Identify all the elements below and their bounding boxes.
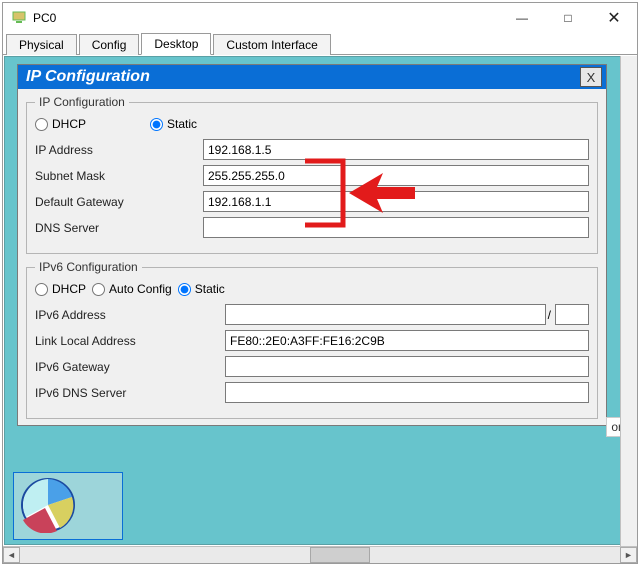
ipv6-mode-radios: DHCP Auto Config Static bbox=[35, 282, 589, 296]
ipv4-static-option[interactable]: Static bbox=[150, 117, 197, 131]
ipv6-dhcp-radio[interactable] bbox=[35, 283, 48, 296]
ipv6-address-label: IPv6 Address bbox=[35, 308, 225, 322]
vertical-scrollbar[interactable] bbox=[620, 56, 637, 546]
os-close-button[interactable]: ✕ bbox=[591, 3, 637, 33]
subnet-mask-input[interactable] bbox=[203, 165, 589, 186]
ipv4-dhcp-option[interactable]: DHCP bbox=[35, 117, 86, 131]
maximize-button[interactable]: □ bbox=[545, 3, 591, 33]
desktop-app-tile[interactable] bbox=[13, 472, 123, 540]
ipv6-auto-label: Auto Config bbox=[109, 282, 172, 296]
dns-server-label: DNS Server bbox=[35, 221, 203, 235]
ipv4-fieldset: IP Configuration DHCP Static IP Address bbox=[26, 95, 598, 254]
ip-config-window: IP Configuration X IP Configuration DHCP… bbox=[17, 64, 607, 426]
subnet-mask-label: Subnet Mask bbox=[35, 169, 203, 183]
os-titlebar: PC0 — □ ✕ bbox=[3, 3, 637, 33]
ipv4-static-label: Static bbox=[167, 117, 197, 131]
ipv6-dns-server-input[interactable] bbox=[225, 382, 589, 403]
ipv6-dhcp-option[interactable]: DHCP bbox=[35, 282, 86, 296]
link-local-address-label: Link Local Address bbox=[35, 334, 225, 348]
ipv6-gateway-input[interactable] bbox=[225, 356, 589, 377]
ipv6-dhcp-label: DHCP bbox=[52, 282, 86, 296]
ipv6-address-input[interactable] bbox=[225, 304, 546, 325]
ipv4-mode-radios: DHCP Static bbox=[35, 117, 589, 131]
ipv6-static-option[interactable]: Static bbox=[178, 282, 225, 296]
scroll-thumb[interactable] bbox=[310, 547, 370, 563]
dns-server-input[interactable] bbox=[203, 217, 589, 238]
pc-icon bbox=[11, 9, 27, 28]
ip-config-titlebar: IP Configuration X bbox=[18, 65, 606, 89]
ipv4-dhcp-radio[interactable] bbox=[35, 118, 48, 131]
ipv6-dns-server-label: IPv6 DNS Server bbox=[35, 386, 225, 400]
application-window: PC0 — □ ✕ Physical Config Desktop Custom… bbox=[2, 2, 638, 564]
ip-address-label: IP Address bbox=[35, 143, 203, 157]
pie-chart-icon bbox=[20, 477, 76, 536]
desktop-client-area: IP Configuration X IP Configuration DHCP… bbox=[4, 56, 636, 545]
ipv6-prefix-input[interactable] bbox=[555, 304, 589, 325]
tab-bar: Physical Config Desktop Custom Interface bbox=[3, 33, 637, 55]
minimize-button[interactable]: — bbox=[499, 3, 545, 33]
ip-address-input[interactable] bbox=[203, 139, 589, 160]
ipv6-fieldset: IPv6 Configuration DHCP Auto Config Stat… bbox=[26, 260, 598, 419]
ip-config-title: IP Configuration bbox=[26, 68, 150, 86]
ipv4-dhcp-label: DHCP bbox=[52, 117, 86, 131]
ipv6-static-radio[interactable] bbox=[178, 283, 191, 296]
ipv6-gateway-label: IPv6 Gateway bbox=[35, 360, 225, 374]
scroll-right-button[interactable]: ► bbox=[620, 547, 637, 563]
tab-custom-interface[interactable]: Custom Interface bbox=[213, 34, 330, 55]
tab-desktop[interactable]: Desktop bbox=[141, 33, 211, 55]
ipv6-auto-radio[interactable] bbox=[92, 283, 105, 296]
ipv6-prefix-slash: / bbox=[548, 308, 551, 322]
ip-config-close-button[interactable]: X bbox=[580, 67, 602, 87]
default-gateway-label: Default Gateway bbox=[35, 195, 203, 209]
window-title: PC0 bbox=[33, 11, 56, 25]
ipv6-static-label: Static bbox=[195, 282, 225, 296]
link-local-address-input[interactable] bbox=[225, 330, 589, 351]
scroll-track[interactable] bbox=[20, 547, 620, 563]
ipv6-auto-option[interactable]: Auto Config bbox=[92, 282, 172, 296]
ipv4-legend: IP Configuration bbox=[35, 95, 129, 109]
ipv6-legend: IPv6 Configuration bbox=[35, 260, 142, 274]
ipv4-static-radio[interactable] bbox=[150, 118, 163, 131]
tab-config[interactable]: Config bbox=[79, 34, 140, 55]
scroll-left-button[interactable]: ◄ bbox=[3, 547, 20, 563]
default-gateway-input[interactable] bbox=[203, 191, 589, 212]
tab-physical[interactable]: Physical bbox=[6, 34, 77, 55]
horizontal-scrollbar[interactable]: ◄ ► bbox=[3, 546, 637, 563]
